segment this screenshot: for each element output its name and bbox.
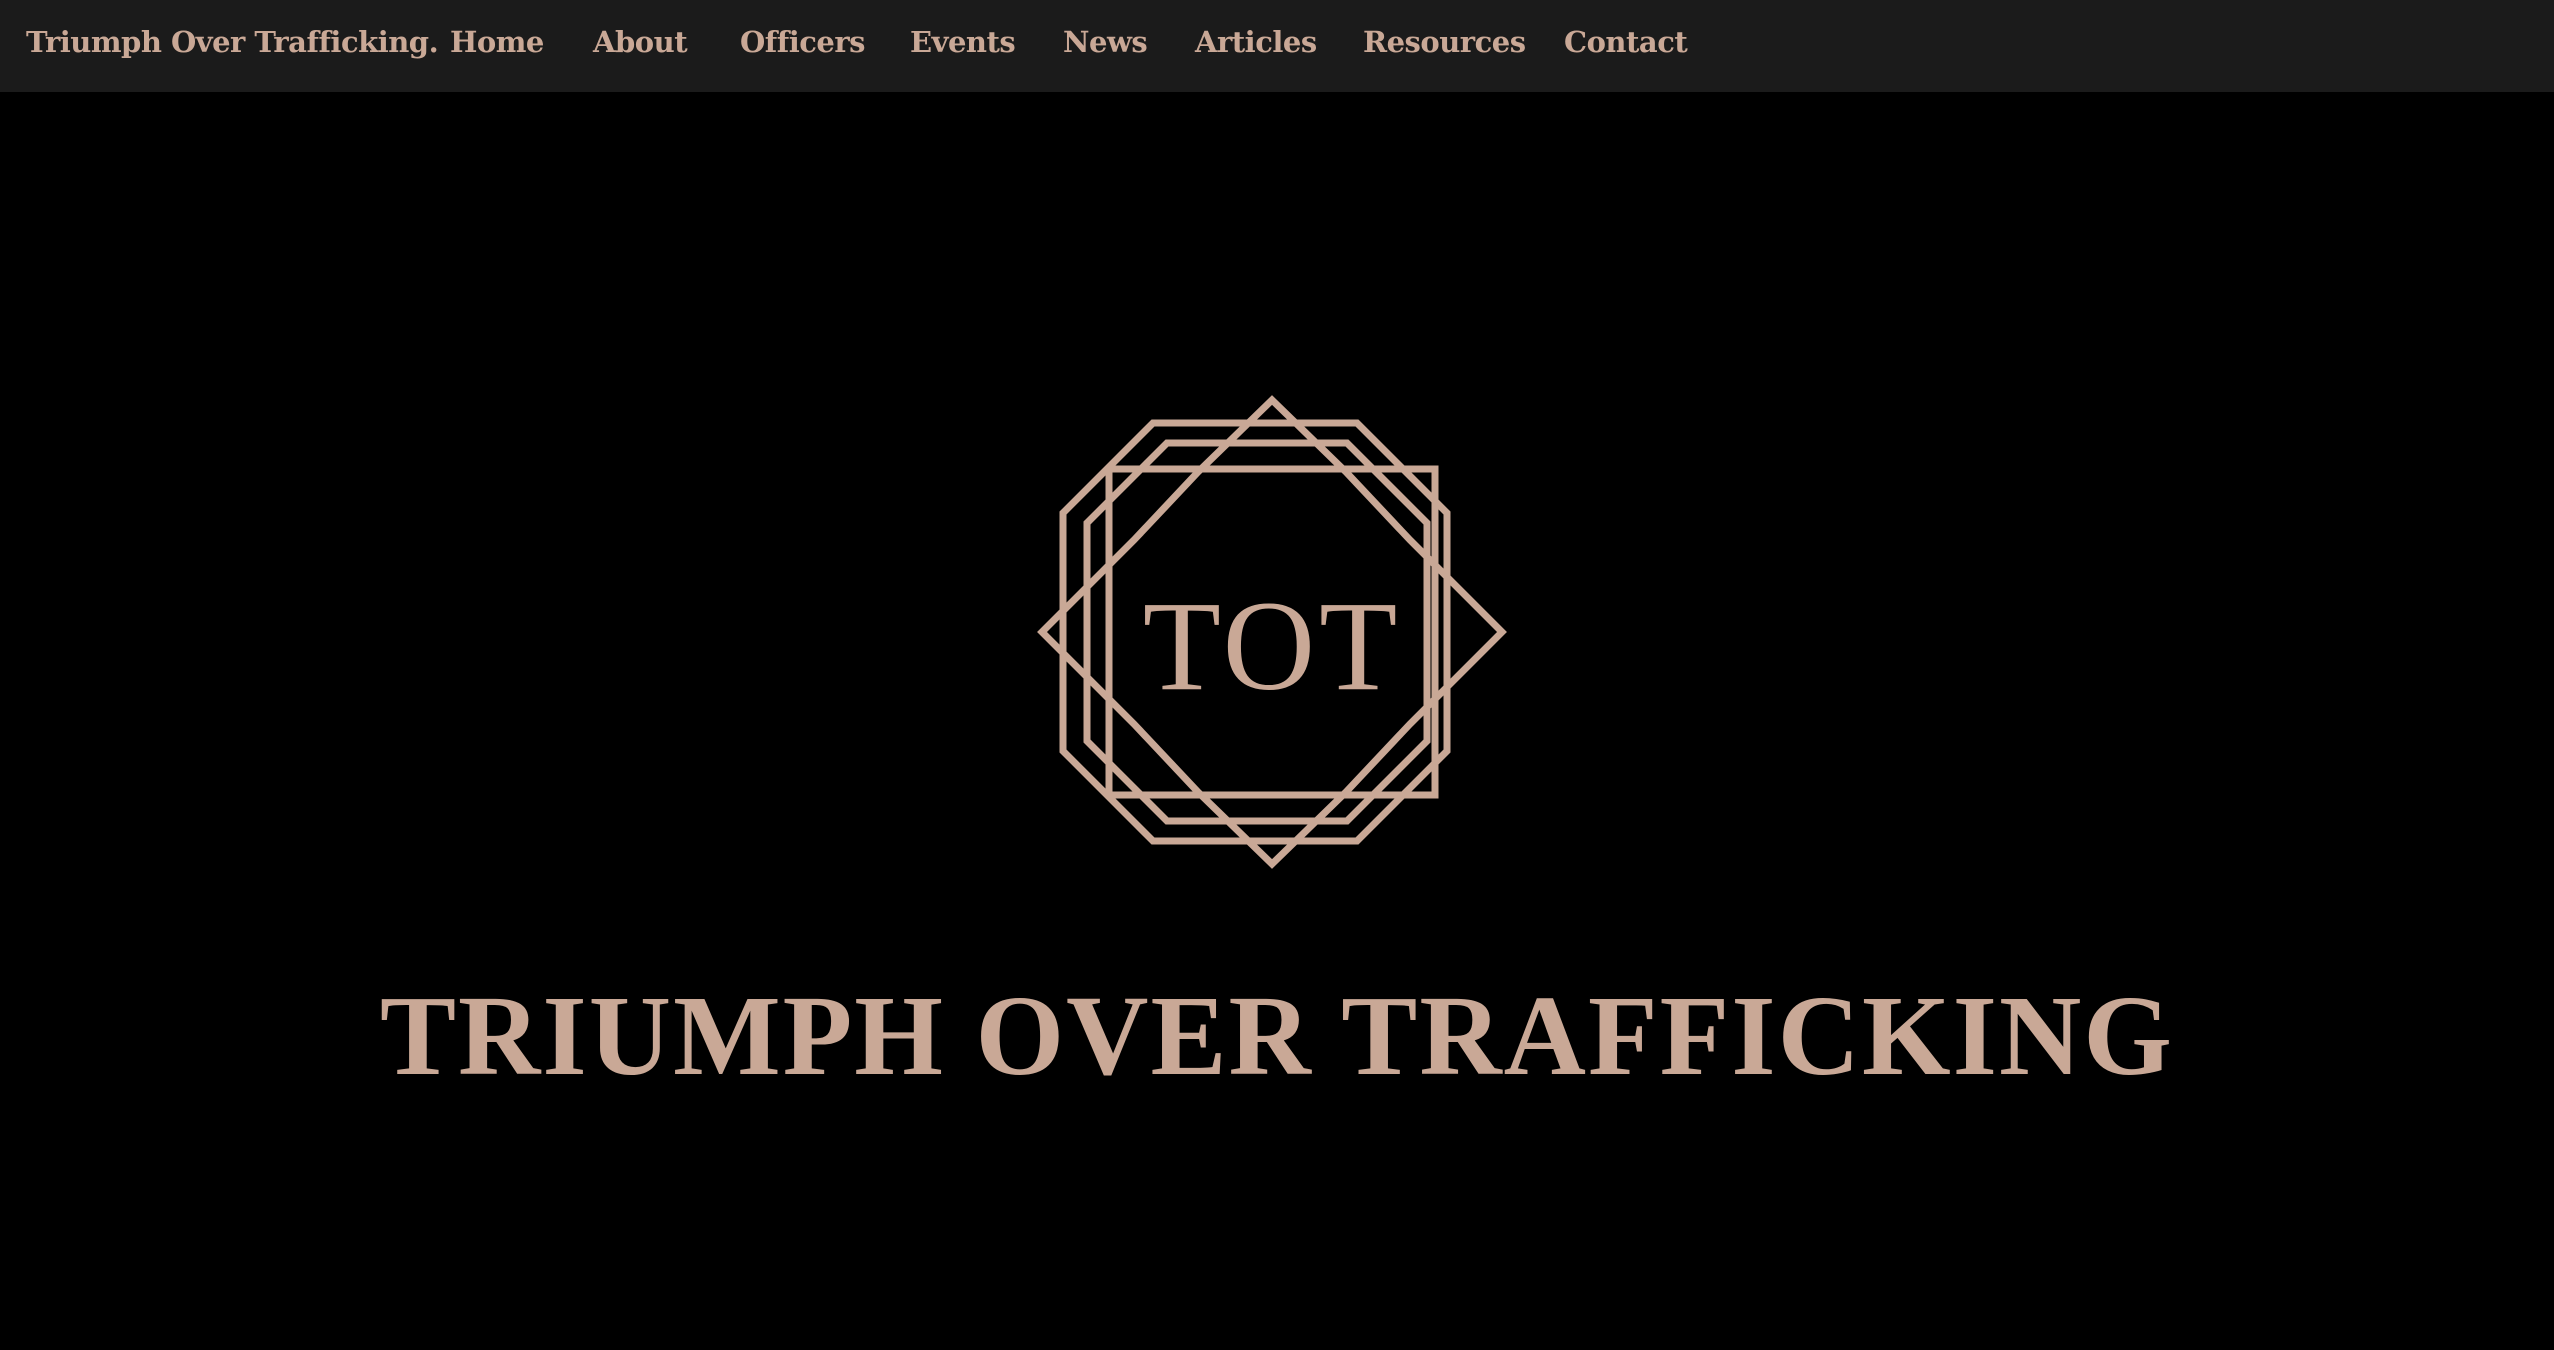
- nav-item-home[interactable]: Home: [450, 0, 544, 84]
- logo-text: TOT: [1143, 575, 1402, 717]
- hero-title: TRIUMPH OVER TRAFFICKING: [380, 972, 2174, 1100]
- nav-item-officers[interactable]: Officers: [740, 0, 865, 84]
- geometric-octagon-emblem-icon: TOT: [1037, 395, 1507, 869]
- nav-item-resources[interactable]: Resources: [1363, 0, 1526, 84]
- nav-item-events[interactable]: Events: [910, 0, 1016, 84]
- nav-item-about[interactable]: About: [593, 0, 688, 84]
- nav-item-contact[interactable]: Contact: [1564, 0, 1688, 84]
- top-navigation-bar: Triumph Over Trafficking. Home About Off…: [0, 0, 2554, 92]
- brand-link[interactable]: Triumph Over Trafficking.: [26, 0, 439, 84]
- nav-item-news[interactable]: News: [1063, 0, 1148, 84]
- nav-item-articles[interactable]: Articles: [1195, 0, 1317, 84]
